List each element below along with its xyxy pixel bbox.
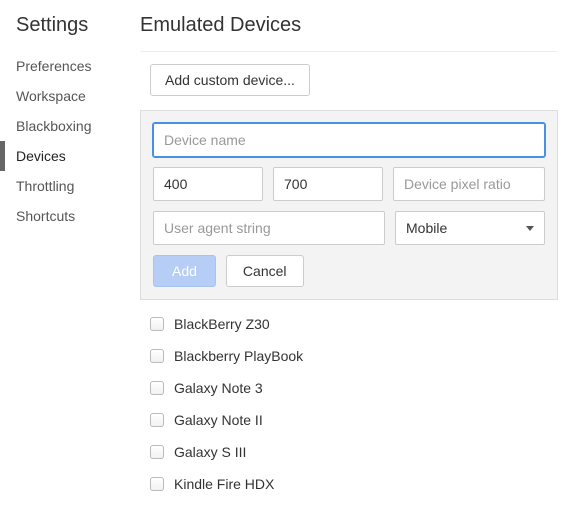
sidebar-item-blackboxing[interactable]: Blackboxing bbox=[16, 111, 140, 141]
add-custom-device-button[interactable]: Add custom device... bbox=[150, 64, 310, 96]
chevron-down-icon bbox=[526, 226, 534, 231]
device-label: Galaxy Note II bbox=[174, 412, 263, 428]
list-item[interactable]: BlackBerry Z30 bbox=[150, 308, 558, 340]
settings-title: Settings bbox=[16, 14, 140, 37]
sidebar-item-label: Throttling bbox=[16, 178, 74, 194]
device-label: Kindle Fire HDX bbox=[174, 476, 274, 492]
main-panel: Emulated Devices Add custom device... Mo… bbox=[140, 0, 572, 520]
sidebar-item-label: Devices bbox=[16, 148, 66, 164]
device-list: BlackBerry Z30 Blackberry PlayBook Galax… bbox=[140, 300, 558, 500]
device-checkbox[interactable] bbox=[150, 317, 164, 331]
device-checkbox[interactable] bbox=[150, 477, 164, 491]
sidebar-item-devices[interactable]: Devices bbox=[16, 141, 140, 171]
page-title: Emulated Devices bbox=[140, 14, 558, 37]
device-checkbox[interactable] bbox=[150, 381, 164, 395]
device-type-selected: Mobile bbox=[406, 220, 447, 236]
list-item[interactable]: Galaxy S III bbox=[150, 436, 558, 468]
list-item[interactable]: Galaxy Note II bbox=[150, 404, 558, 436]
device-checkbox[interactable] bbox=[150, 445, 164, 459]
device-label: Galaxy Note 3 bbox=[174, 380, 263, 396]
sidebar-item-label: Workspace bbox=[16, 88, 86, 104]
device-type-select[interactable]: Mobile bbox=[395, 211, 545, 245]
device-label: Galaxy S III bbox=[174, 444, 246, 460]
list-item[interactable]: Galaxy Note 3 bbox=[150, 372, 558, 404]
sidebar-item-workspace[interactable]: Workspace bbox=[16, 81, 140, 111]
sidebar-item-label: Preferences bbox=[16, 58, 91, 74]
device-label: Blackberry PlayBook bbox=[174, 348, 303, 364]
device-height-input[interactable] bbox=[273, 167, 383, 201]
device-label: BlackBerry Z30 bbox=[174, 316, 270, 332]
user-agent-input[interactable] bbox=[153, 211, 385, 245]
device-checkbox[interactable] bbox=[150, 349, 164, 363]
sidebar-item-shortcuts[interactable]: Shortcuts bbox=[16, 201, 140, 231]
list-item[interactable]: Kindle Fire HDX bbox=[150, 468, 558, 500]
device-width-input[interactable] bbox=[153, 167, 263, 201]
custom-device-form: Mobile Add Cancel bbox=[140, 110, 558, 300]
sidebar-item-throttling[interactable]: Throttling bbox=[16, 171, 140, 201]
sidebar-item-label: Shortcuts bbox=[16, 208, 75, 224]
cancel-button[interactable]: Cancel bbox=[226, 255, 304, 287]
device-name-input[interactable] bbox=[153, 123, 545, 157]
sidebar-item-preferences[interactable]: Preferences bbox=[16, 51, 140, 81]
settings-sidebar: Settings Preferences Workspace Blackboxi… bbox=[0, 0, 140, 520]
device-checkbox[interactable] bbox=[150, 413, 164, 427]
list-item[interactable]: Blackberry PlayBook bbox=[150, 340, 558, 372]
add-button[interactable]: Add bbox=[153, 255, 216, 287]
divider bbox=[140, 51, 558, 52]
sidebar-item-label: Blackboxing bbox=[16, 118, 92, 134]
device-pixel-ratio-input[interactable] bbox=[393, 167, 545, 201]
